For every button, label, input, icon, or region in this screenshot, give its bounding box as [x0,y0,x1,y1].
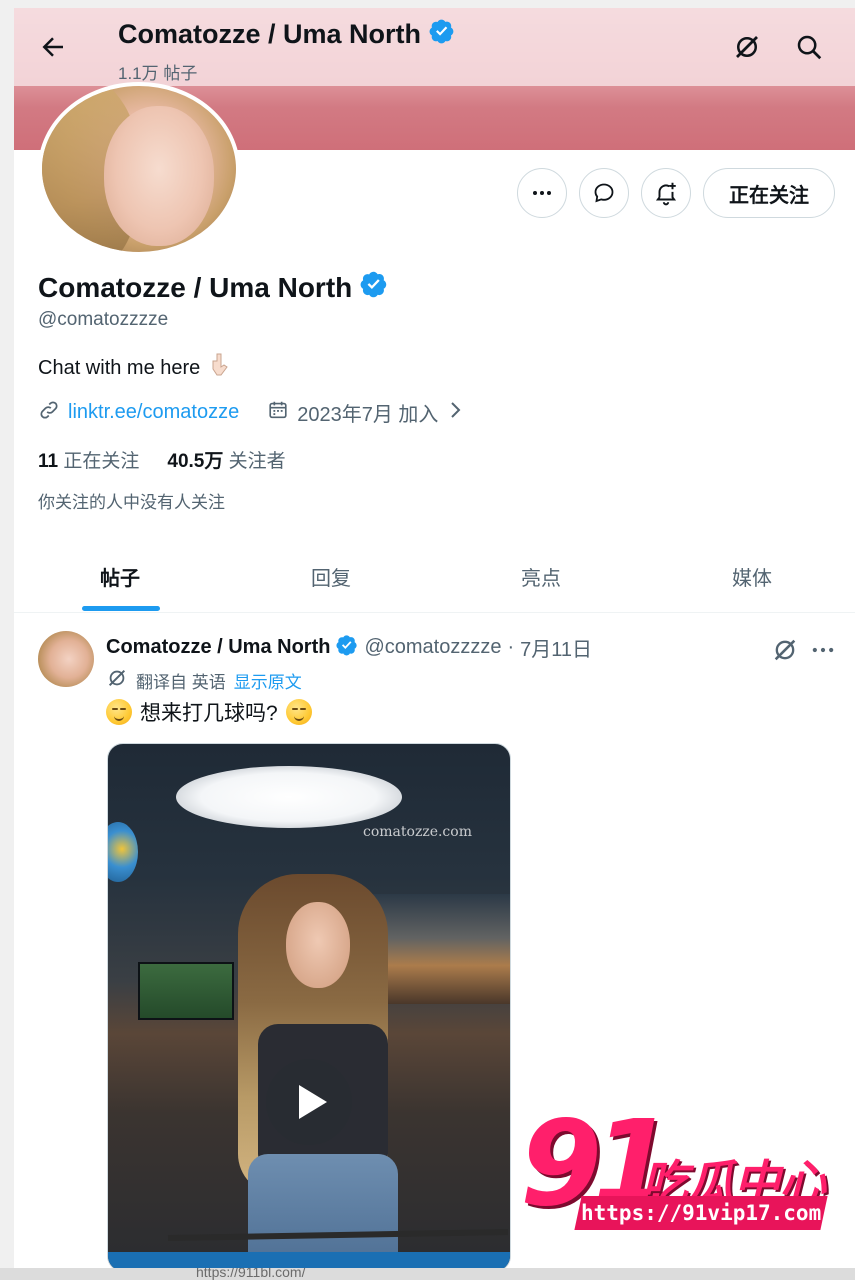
chevron-right-icon[interactable] [446,399,464,427]
profile-name: Comatozze / Uma North [38,271,353,303]
profile-meta: linktr.ee/comatozze 2023年7月 加入 [38,398,464,427]
search-icon[interactable] [794,32,824,62]
post-text: 想来打几球吗? [140,702,278,725]
background-tv [138,962,234,1020]
profile-avatar[interactable] [38,82,240,256]
header-post-count: 1.1万 帖子 [118,64,198,83]
header-name: Comatozze / Uma North [118,19,422,49]
pointing-down-emoji-icon [208,352,232,384]
show-original-link[interactable]: 显示原文 [234,668,302,693]
bell-plus-icon [655,182,677,206]
following-button[interactable]: 正在关注 [703,168,835,218]
message-icon [594,183,614,203]
translate-icon [106,667,128,694]
post-text-row: 想来打几球吗? [106,697,312,727]
verified-badge-icon [429,18,455,51]
bio-text: Chat with me here [38,356,201,379]
play-icon[interactable] [266,1059,352,1145]
logo-url-banner: https://91vip17.com [574,1196,828,1230]
media-watermark: comatozze.com [363,824,472,840]
post-header: Comatozze / Uma North @comatozzzze · 7月1… [106,633,592,662]
notify-button[interactable] [641,168,691,218]
active-tab-indicator [82,606,160,611]
post-video[interactable]: comatozze.com [107,743,511,1270]
site-watermark-logo: 91 吃瓜中心 https://91vip17.com [520,1094,840,1240]
followers-you-know: 你关注的人中没有人关注 [38,493,225,512]
followers-count: 40.5万 [167,451,224,472]
bottom-partial-text: https://911bl.com/ [196,1268,306,1280]
subject-face [286,902,350,988]
tab-media[interactable]: 媒体 [692,562,812,591]
link-icon [38,399,60,427]
profile-name-row: Comatozze / Uma North [38,270,388,305]
profile-bio: Chat with me here [38,352,232,384]
pool-lamp [176,766,402,828]
wink-emoji-icon [285,699,312,725]
followers-stat[interactable]: 40.5万 关注者 [167,446,285,473]
avatar-face [104,106,214,246]
more-icon [533,191,551,195]
following-stat[interactable]: 11 正在关注 [38,446,139,473]
tab-posts[interactable]: 帖子 [60,562,180,591]
post-separator: · [507,636,515,658]
bottom-partial-strip: https://911bl.com/ [0,1268,855,1280]
profile-handle: @comatozzzze [38,309,169,330]
profile-stats: 11 正在关注 40.5万 关注者 [38,446,286,473]
followers-label: 关注者 [228,451,286,472]
post-author-avatar[interactable] [38,631,94,687]
profile-link[interactable]: linktr.ee/comatozze [68,401,239,424]
post-author-handle[interactable]: @comatozzzze [364,636,501,659]
verified-badge-icon[interactable] [360,270,388,305]
following-count: 11 [38,451,59,472]
logo-url: https://91vip17.com [580,1201,822,1225]
tab-replies[interactable]: 回复 [271,562,391,591]
post-author-name[interactable]: Comatozze / Uma North [106,636,330,659]
arrow-left-icon[interactable] [38,32,68,62]
background-globe [108,822,138,882]
joined-date: 2023年7月 加入 [297,404,439,426]
grok-icon[interactable] [732,32,762,62]
more-button[interactable] [517,168,567,218]
translated-from-label: 翻译自 英语 [136,673,226,692]
smirk-emoji-icon [106,699,132,725]
grok-icon[interactable] [771,636,799,664]
top-bar: Comatozze / Uma North 1.1万 帖子 [14,8,855,86]
header-title: Comatozze / Uma North [118,18,455,51]
post-more-icon[interactable] [809,636,837,664]
translation-note: 翻译自 英语 显示原文 [106,667,302,694]
profile-page: Comatozze / Uma North 1.1万 帖子 正在关注 Comat… [14,8,855,1270]
following-label: 正在关注 [63,451,140,472]
post-date[interactable]: 7月11日 [520,633,592,662]
verified-badge-icon [336,634,358,662]
profile-tabs: 帖子 回复 亮点 媒体 [14,548,855,613]
message-button[interactable] [579,168,629,218]
calendar-icon [267,399,289,427]
tab-highlights[interactable]: 亮点 [481,562,601,591]
